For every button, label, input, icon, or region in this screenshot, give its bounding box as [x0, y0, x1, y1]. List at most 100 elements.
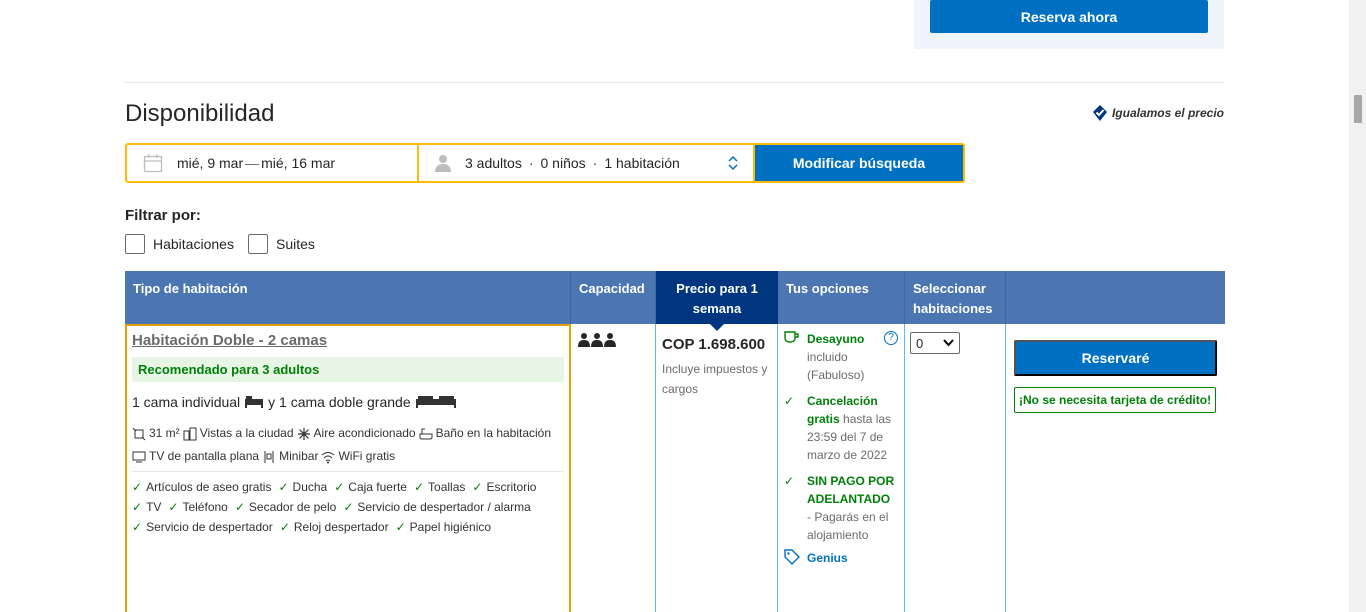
amenity-item: ✓ TV [132, 497, 161, 517]
guest-dot: · [592, 155, 598, 171]
room-name-link[interactable]: Habitación Doble - 2 camas [132, 332, 564, 349]
amenity-item: ✓ Toallas [414, 477, 465, 497]
check-icon: ✓ [278, 480, 289, 494]
room-quantity-select[interactable]: 0 [910, 332, 960, 354]
amenity-item: ✓ Servicio de despertador / alarma [343, 497, 530, 517]
room-price: COP 1.698.600 [662, 336, 766, 353]
facility-item: Aire acondicionado [297, 422, 416, 445]
price-note: Incluye impuestos y cargos [662, 362, 768, 396]
person-icon [435, 155, 451, 172]
single-bed-icon [245, 396, 264, 408]
recommended-badge: Recomendado para 3 adultos [132, 357, 564, 382]
page-scrollbar[interactable] [1349, 0, 1366, 612]
check-icon: ✓ [279, 520, 290, 534]
amenity-item: ✓ Servicio de despertador [132, 517, 273, 537]
price-match-label: Igualamos el precio [1111, 106, 1224, 120]
search-bar: mié, 9 mar — mié, 16 mar 3 adultos · 0 n… [125, 143, 965, 183]
bathtub-icon [419, 428, 433, 439]
check-icon: ✓ [168, 500, 179, 514]
facility-item: Baño en la habitación [419, 422, 551, 445]
facility-item: WiFi gratis [321, 445, 395, 468]
check-icon: ✓ [395, 520, 406, 534]
nopay-detail: - Pagarás en el alojamiento [807, 510, 889, 542]
scrollbar-thumb[interactable] [1354, 95, 1362, 123]
booking-cell: Reservaré ¡No se necesita tarjeta de cré… [1006, 324, 1225, 612]
facilities-list: 31 m² Vistas a la ciudad Aire acondicion… [132, 422, 564, 472]
chevron-up-down-icon [728, 155, 738, 171]
breakfast-detail: incluido (Fabuloso) [807, 350, 865, 382]
room-type-cell: Habitación Doble - 2 camas Recomendado p… [125, 324, 571, 612]
tv-icon [132, 451, 146, 462]
price-cell: COP 1.698.600 Incluye impuestos y cargos [656, 324, 778, 612]
th-options: Tus opciones [778, 271, 905, 324]
breakfast-option: Desayuno incluido (Fabuloso) ? [784, 330, 898, 384]
th-room-type: Tipo de habitación [125, 271, 571, 324]
check-in-date: mié, 9 mar [177, 155, 244, 171]
options-cell: Desayuno incluido (Fabuloso) ? ✓ Cancelac… [778, 324, 905, 612]
filter-suites-label: Suites [276, 236, 315, 252]
wifi-icon [322, 451, 335, 463]
guests-selector[interactable]: 3 adultos · 0 niños · 1 habitación [419, 145, 755, 181]
section-divider [125, 82, 1224, 83]
facility-item: 31 m² [132, 422, 180, 445]
filter-label: Filtrar por: [125, 207, 201, 224]
check-icon: ✓ [132, 520, 143, 534]
room-quantity-value: 0 [916, 335, 924, 351]
filter-suites[interactable]: Suites [248, 234, 315, 254]
date-separator: — [245, 155, 260, 171]
guest-dot: · [528, 155, 534, 171]
capacity-cell [571, 324, 656, 612]
capacity-people-icon [578, 333, 616, 347]
modify-search-button[interactable]: Modificar búsqueda [755, 145, 963, 181]
amenity-item: ✓ Escritorio [472, 477, 536, 497]
select-cell: 0 [905, 324, 1006, 612]
check-icon: ✓ [413, 480, 425, 494]
children-count: 0 niños [540, 155, 586, 171]
city-view-icon [183, 427, 197, 440]
minibar-icon [264, 450, 274, 463]
availability-title: Disponibilidad [125, 100, 275, 127]
genius-option: Genius [784, 549, 898, 570]
th-price[interactable]: Precio para 1 semana [656, 271, 778, 331]
check-icon: ✓ [334, 480, 345, 494]
bed-double-label: y 1 cama doble grande [268, 394, 411, 410]
calendar-icon [143, 154, 163, 173]
amenity-item: ✓ Artículos de aseo gratis [132, 477, 271, 497]
check-out-date: mié, 16 mar [261, 155, 336, 171]
no-credit-card-badge: ¡No se necesita tarjeta de crédito! [1014, 387, 1217, 413]
room-size-icon [132, 427, 146, 440]
amenity-item: ✓ Secador de pelo [235, 497, 336, 517]
checkmark-icon: ✓ [784, 474, 795, 488]
th-select: Seleccionar habitaciones [905, 271, 1006, 324]
amenities-list: ✓ Artículos de aseo gratis ✓ Ducha ✓ Caja f… [132, 477, 564, 537]
filter-rooms-checkbox[interactable] [125, 234, 145, 254]
check-icon: ✓ [132, 480, 143, 494]
tag-icon [784, 549, 801, 570]
amenity-item: ✓ Reloj despertador [280, 517, 389, 537]
rooms-count: 1 habitación [604, 155, 680, 171]
adults-count: 3 adultos [465, 155, 522, 171]
th-capacity: Capacidad [571, 271, 656, 324]
help-icon[interactable]: ? [884, 331, 898, 345]
date-picker[interactable]: mié, 9 mar — mié, 16 mar [127, 145, 419, 181]
filter-suites-checkbox[interactable] [248, 234, 268, 254]
checkmark-icon: ✓ [784, 394, 795, 408]
amenity-item: ✓ Caja fuerte [334, 477, 407, 497]
shield-check-icon [1092, 105, 1107, 121]
facility-item: TV de pantalla plana [132, 445, 259, 468]
genius-label[interactable]: Genius [807, 549, 848, 570]
reserve-button[interactable]: Reservaré [1014, 340, 1217, 376]
amenity-item: ✓ Papel higiénico [396, 517, 491, 537]
double-bed-icon [415, 396, 456, 408]
amenity-item: ✓ Teléfono [168, 497, 227, 517]
check-icon: ✓ [234, 500, 245, 514]
filter-rooms[interactable]: Habitaciones [125, 234, 234, 254]
facility-item: Minibar [262, 445, 318, 468]
filter-rooms-label: Habitaciones [153, 236, 234, 252]
amenity-item: ✓ Ducha [278, 477, 327, 497]
coffee-cup-icon [784, 330, 801, 384]
check-icon: ✓ [132, 500, 143, 514]
reserve-now-button[interactable]: Reserva ahora [930, 0, 1208, 33]
snowflake-icon [297, 427, 310, 440]
price-match-link[interactable]: Igualamos el precio [1092, 105, 1224, 121]
